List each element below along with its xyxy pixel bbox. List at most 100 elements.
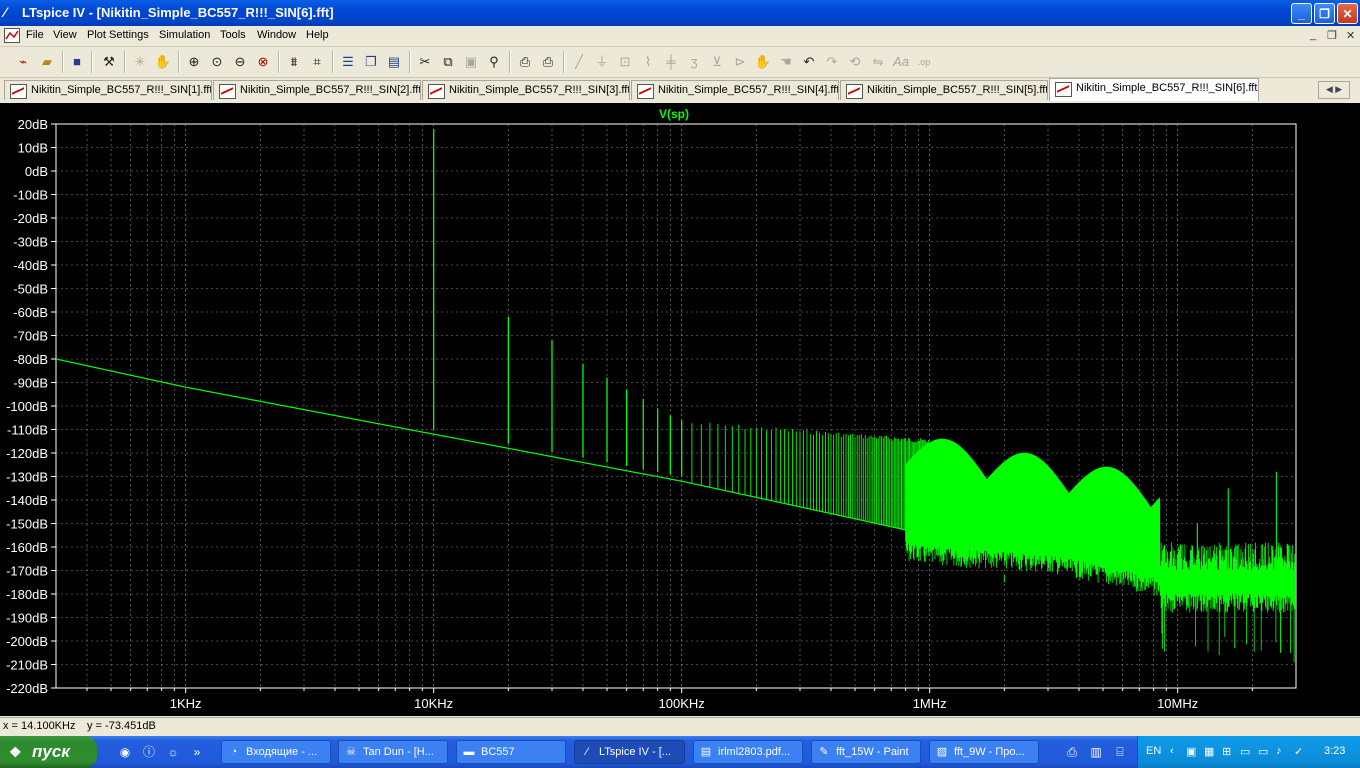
task-folder[interactable]: ▬ BC557 <box>456 740 566 764</box>
task-mail[interactable]: ◔ Входящие - ... <box>221 740 331 764</box>
mdi-minimize-button[interactable]: _ <box>1310 29 1316 41</box>
find-icon[interactable]: ⚲ <box>484 52 504 72</box>
waveform-icon <box>846 84 863 99</box>
y-tick-label: -160dB <box>6 540 48 555</box>
tab-fft-1[interactable]: Nikitin_Simple_BC557_R!!!_SIN[1].fft <box>4 80 212 100</box>
tray-expand-icon[interactable]: ‹ <box>1170 745 1174 757</box>
move-icon[interactable]: ✋ <box>753 52 773 72</box>
menu-window[interactable]: Window <box>257 29 296 41</box>
taskbar-device-icon[interactable]: ▥ <box>1088 744 1104 760</box>
pan-icon[interactable]: ⊙ <box>207 52 227 72</box>
taskbar-network-icon[interactable]: ⌸ <box>1112 744 1128 760</box>
tile-horizontal-icon[interactable]: ▤ <box>384 52 404 72</box>
zoom-out-icon[interactable]: ⊖ <box>230 52 250 72</box>
rotate-icon[interactable]: ⟲ <box>845 52 865 72</box>
cut-icon[interactable]: ✂ <box>415 52 435 72</box>
task-image-viewer[interactable]: ▧ fft_9W - Про... <box>929 740 1039 764</box>
trace-label[interactable]: V(sp) <box>659 107 689 121</box>
mirror-icon[interactable]: ⇋ <box>868 52 888 72</box>
x-axis-ticks: 1KHz 10KHz 100KHz 1MHz 10MHz <box>170 696 1198 711</box>
tab-scroll-arrows[interactable]: ◀ ▶ <box>1318 81 1350 99</box>
zoom-fit-icon[interactable]: ⊗ <box>253 52 273 72</box>
component-icon[interactable]: ⊳ <box>730 52 750 72</box>
halt-icon[interactable]: ✋ <box>153 52 173 72</box>
tray-network-icon[interactable]: ⊞ <box>1222 745 1231 758</box>
task-label: fft_15W - Paint <box>836 746 909 758</box>
tab-fft-6[interactable]: Nikitin_Simple_BC557_R!!!_SIN[6].fft <box>1049 78 1259 101</box>
plot-window[interactable]: 20dB 10dB 0dB -10dB -20dB -30dB -40dB -50dB -60d… <box>0 103 1360 716</box>
undo-icon[interactable]: ↶ <box>799 52 819 72</box>
tray-monitor-icon[interactable]: ▭ <box>1240 745 1250 758</box>
label-icon[interactable]: ⊡ <box>615 52 635 72</box>
text-icon[interactable]: Aa <box>891 52 911 72</box>
menu-file[interactable]: File <box>26 29 44 41</box>
drag-icon[interactable]: ☚ <box>776 52 796 72</box>
new-schematic-icon[interactable]: ⌁ <box>13 52 33 72</box>
run-icon[interactable]: ✳ <box>130 52 150 72</box>
status-bar: x = 14.100KHz y = -73.451dB <box>0 717 1360 736</box>
menu-tools[interactable]: Tools <box>220 29 246 41</box>
diode-icon[interactable]: ⊻ <box>707 52 727 72</box>
redo-icon[interactable]: ↷ <box>822 52 842 72</box>
tab-label: Nikitin_Simple_BC557_R!!!_SIN[3].fft <box>449 84 630 96</box>
task-ltspice[interactable]: ⁄ LTspice IV - [... <box>574 740 685 764</box>
quicklaunch-info-icon[interactable]: ⓘ <box>141 744 157 760</box>
quicklaunch-chevron-icon[interactable]: » <box>189 744 205 760</box>
inductor-icon[interactable]: ʒ <box>684 52 704 72</box>
tray-volume-icon[interactable]: ▦ <box>1204 745 1214 758</box>
spice-directive-icon[interactable]: .op <box>914 52 934 72</box>
quicklaunch-explorer-icon[interactable]: ◉ <box>117 744 133 760</box>
save-icon[interactable]: ■ <box>67 52 87 72</box>
task-pdf[interactable]: ▤ irlml2803.pdf... <box>693 740 803 764</box>
x-tick-label: 10MHz <box>1157 696 1198 711</box>
menu-view[interactable]: View <box>53 29 77 41</box>
tray-app-icon[interactable]: ▣ <box>1186 745 1196 758</box>
taskbar-printer-icon[interactable]: ⎙ <box>1064 744 1080 760</box>
minimize-button[interactable]: _ <box>1291 3 1312 24</box>
copy-icon[interactable]: ⧉ <box>438 52 458 72</box>
wire-icon[interactable]: ╱ <box>569 52 589 72</box>
autorange-icon[interactable]: ⩩ <box>284 52 304 72</box>
control-panel-icon[interactable]: ⚒ <box>99 52 119 72</box>
mdi-close-button[interactable]: ✕ <box>1346 29 1355 42</box>
menu-simulation[interactable]: Simulation <box>159 29 210 41</box>
open-icon[interactable]: ▰ <box>37 52 57 72</box>
tab-fft-4[interactable]: Nikitin_Simple_BC557_R!!!_SIN[4].fft <box>631 80 839 100</box>
task-paint[interactable]: ✎ fft_15W - Paint <box>811 740 921 764</box>
print-icon[interactable]: ⎙ <box>538 52 558 72</box>
quicklaunch-app-icon[interactable]: ☼ <box>165 744 181 760</box>
paste-icon[interactable]: ▣ <box>461 52 481 72</box>
resistor-icon[interactable]: ⌇ <box>638 52 658 72</box>
tray-speaker-icon[interactable]: ♪ <box>1276 745 1282 757</box>
menu-help[interactable]: Help <box>306 29 329 41</box>
cascade-icon[interactable]: ❐ <box>361 52 381 72</box>
document-icon[interactable] <box>4 28 20 43</box>
task-winamp[interactable]: ☠ Tan Dun - [H... <box>338 740 448 764</box>
capacitor-icon[interactable]: ╪ <box>661 52 681 72</box>
zoom-area-icon[interactable]: ⊕ <box>184 52 204 72</box>
tab-label: Nikitin_Simple_BC557_R!!!_SIN[1].fft <box>31 84 212 96</box>
tab-label: Nikitin_Simple_BC557_R!!!_SIN[4].fft <box>658 84 839 96</box>
menu-plot-settings[interactable]: Plot Settings <box>87 29 149 41</box>
title-bar[interactable]: ⁄ LTspice IV - [Nikitin_Simple_BC557_R!!… <box>0 0 1360 26</box>
tray-safety-icon[interactable]: ✓ <box>1294 745 1303 758</box>
ground-icon[interactable]: ⏚ <box>592 52 612 72</box>
restore-button[interactable]: ❐ <box>1314 3 1335 24</box>
y-tick-label: -80dB <box>13 352 48 367</box>
tab-fft-3[interactable]: Nikitin_Simple_BC557_R!!!_SIN[3].fft <box>422 80 630 100</box>
close-button[interactable]: ✕ <box>1337 3 1358 24</box>
tab-fft-5[interactable]: Nikitin_Simple_BC557_R!!!_SIN[5].fft <box>840 80 1048 100</box>
print-setup-icon[interactable]: ⎙ <box>515 52 535 72</box>
fft-plot[interactable]: 20dB 10dB 0dB -10dB -20dB -30dB -40dB -50dB -60d… <box>0 103 1360 716</box>
plot-pane-icon[interactable]: ⌗ <box>307 52 327 72</box>
tile-vertical-icon[interactable]: ☰ <box>338 52 358 72</box>
cursor-x-readout: x = 14.100KHz <box>3 720 76 732</box>
language-indicator[interactable]: EN <box>1146 745 1161 757</box>
tray-display-icon[interactable]: ▭ <box>1258 745 1268 758</box>
y-tick-label: -50dB <box>13 282 48 297</box>
mdi-restore-button[interactable]: ❐ <box>1327 29 1337 42</box>
tab-label: Nikitin_Simple_BC557_R!!!_SIN[2].fft <box>240 84 421 96</box>
tab-fft-2[interactable]: Nikitin_Simple_BC557_R!!!_SIN[2].fft <box>213 80 421 100</box>
start-button[interactable]: ❖ пуск <box>0 736 97 768</box>
task-label: Входящие - ... <box>246 746 318 758</box>
